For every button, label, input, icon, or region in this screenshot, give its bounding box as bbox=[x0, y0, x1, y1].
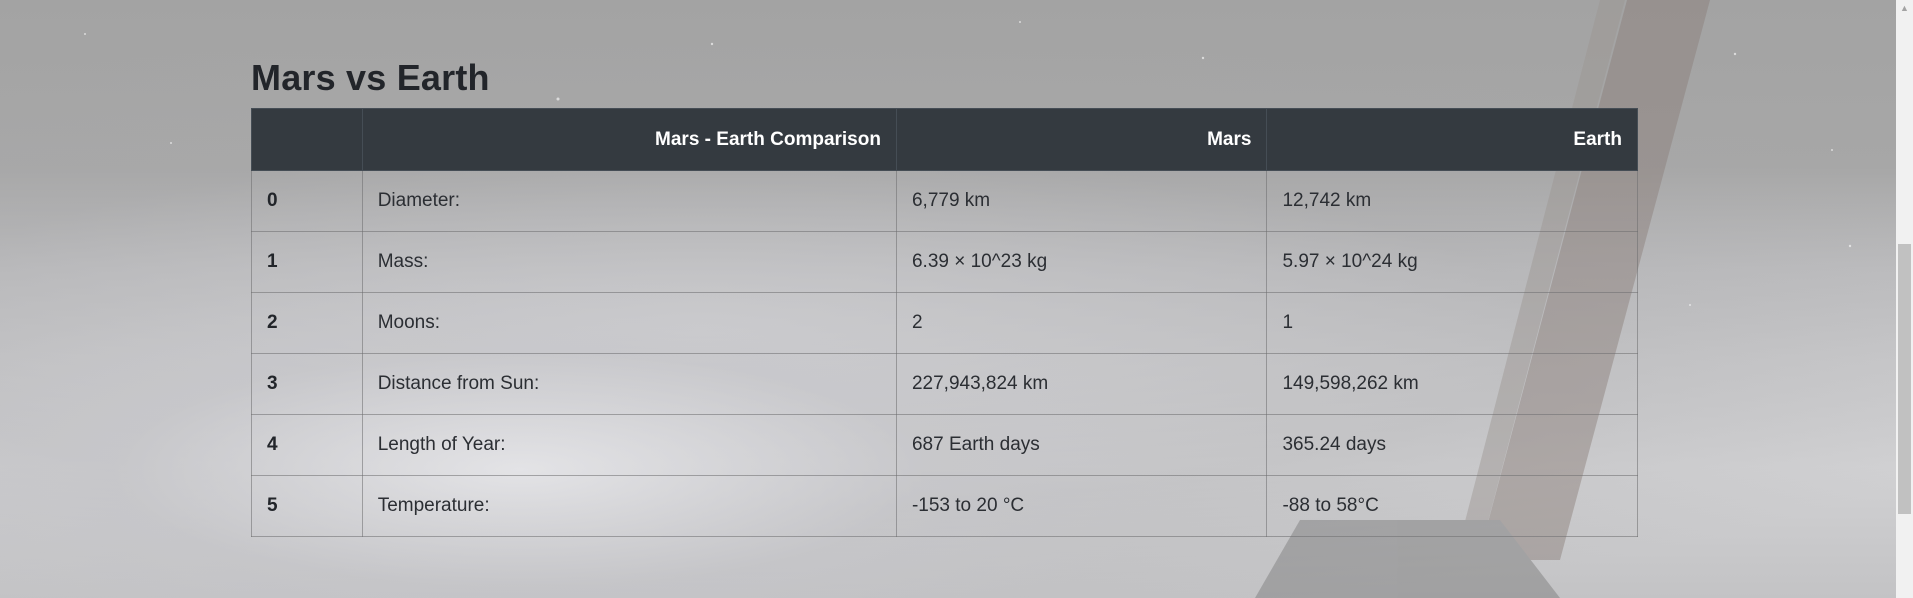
row-mars-value: 687 Earth days bbox=[895, 414, 1268, 476]
row-index: 1 bbox=[251, 231, 363, 293]
table-row: 2 Moons: 2 1 bbox=[251, 292, 1638, 354]
table-row: 5 Temperature: -153 to 20 °C -88 to 58°C bbox=[251, 475, 1638, 537]
page-title: Mars vs Earth bbox=[251, 57, 490, 98]
table-row: 3 Distance from Sun: 227,943,824 km 149,… bbox=[251, 353, 1638, 415]
row-earth-value: 365.24 days bbox=[1266, 414, 1638, 476]
row-earth-value: -88 to 58°C bbox=[1266, 475, 1638, 537]
header-index bbox=[251, 108, 363, 171]
row-mars-value: 227,943,824 km bbox=[895, 353, 1268, 415]
row-index: 4 bbox=[251, 414, 363, 476]
table-row: 4 Length of Year: 687 Earth days 365.24 … bbox=[251, 414, 1638, 476]
row-metric: Length of Year: bbox=[361, 414, 897, 476]
table-body: 0 Diameter: 6,779 km 12,742 km 1 Mass: 6… bbox=[251, 170, 1638, 537]
row-metric: Diameter: bbox=[361, 170, 897, 232]
row-earth-value: 149,598,262 km bbox=[1266, 353, 1638, 415]
row-index: 0 bbox=[251, 170, 363, 232]
row-metric: Distance from Sun: bbox=[361, 353, 897, 415]
table-row: 1 Mass: 6.39 × 10^23 kg 5.97 × 10^24 kg bbox=[251, 231, 1638, 293]
row-earth-value: 5.97 × 10^24 kg bbox=[1266, 231, 1638, 293]
row-earth-value: 12,742 km bbox=[1266, 170, 1638, 232]
table-header: Mars - Earth Comparison Mars Earth bbox=[251, 108, 1638, 171]
row-metric: Mass: bbox=[361, 231, 897, 293]
vertical-scrollbar[interactable]: ▲ bbox=[1896, 0, 1913, 598]
table-row: 0 Diameter: 6,779 km 12,742 km bbox=[251, 170, 1638, 232]
table-header-row: Mars - Earth Comparison Mars Earth bbox=[251, 108, 1638, 171]
header-earth: Earth bbox=[1266, 108, 1638, 171]
header-comparison: Mars - Earth Comparison bbox=[361, 108, 897, 171]
triangle-up-icon[interactable]: ▲ bbox=[1896, 0, 1913, 17]
row-index: 2 bbox=[251, 292, 363, 354]
row-mars-value: -153 to 20 °C bbox=[895, 475, 1268, 537]
row-mars-value: 2 bbox=[895, 292, 1268, 354]
row-mars-value: 6,779 km bbox=[895, 170, 1268, 232]
comparison-table: Mars - Earth Comparison Mars Earth 0 Dia… bbox=[251, 108, 1638, 537]
header-mars: Mars bbox=[895, 108, 1268, 171]
row-metric: Moons: bbox=[361, 292, 897, 354]
row-mars-value: 6.39 × 10^23 kg bbox=[895, 231, 1268, 293]
row-earth-value: 1 bbox=[1266, 292, 1638, 354]
row-index: 3 bbox=[251, 353, 363, 415]
scrollbar-thumb[interactable] bbox=[1898, 244, 1911, 514]
row-index: 5 bbox=[251, 475, 363, 537]
row-metric: Temperature: bbox=[361, 475, 897, 537]
